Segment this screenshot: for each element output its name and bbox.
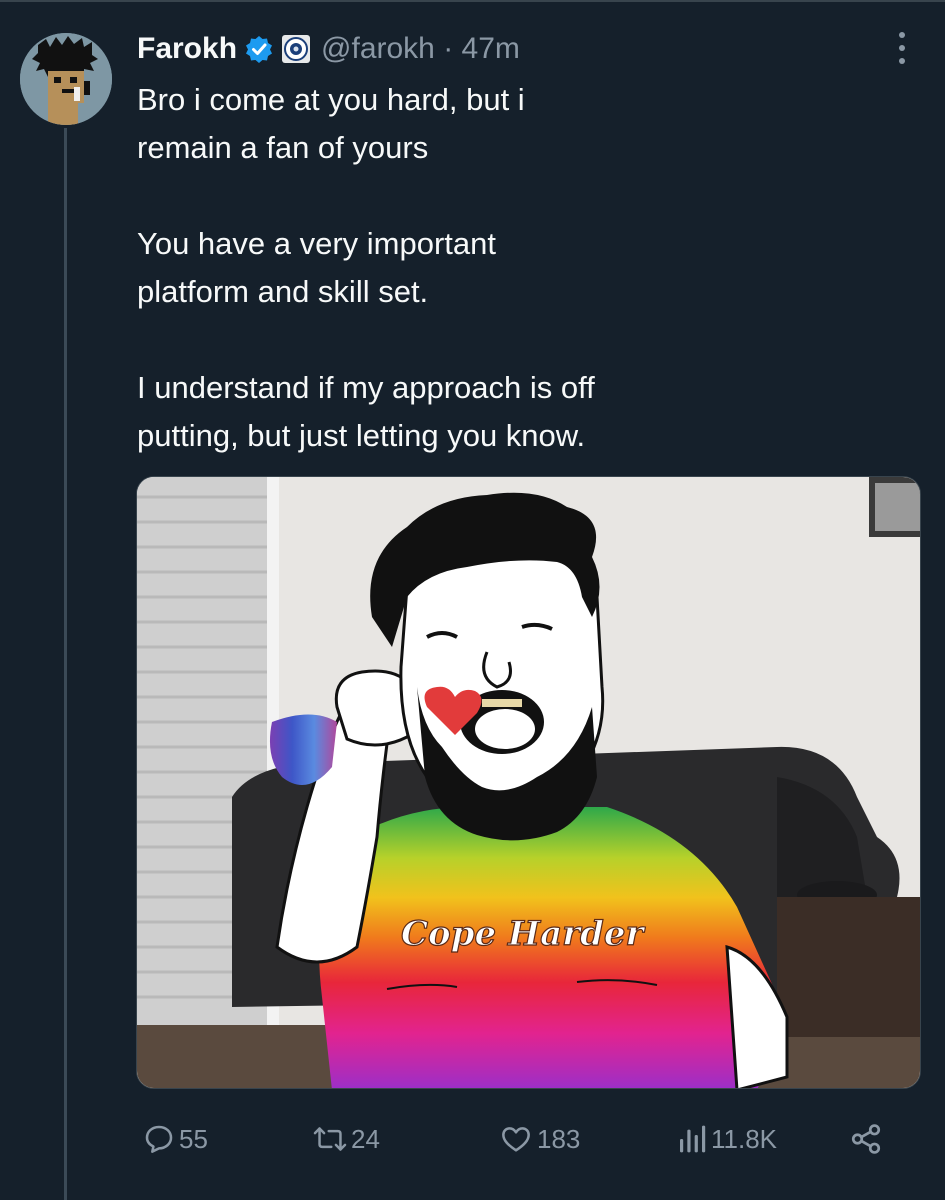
tweet-text: Bro i come at you hard, but i remain a f… xyxy=(137,76,857,460)
meme-illustration: Cope Harder xyxy=(137,477,920,1088)
tweet-paragraph: I understand if my approach is off putti… xyxy=(137,370,595,453)
thread-connector-line xyxy=(64,128,67,1200)
tweet-header: Farokh @farokh · 47m xyxy=(137,27,520,71)
repost-icon xyxy=(313,1123,347,1155)
like-count: 183 xyxy=(537,1123,581,1154)
shirt-text: Cope Harder xyxy=(401,914,645,954)
verified-badge-icon xyxy=(245,35,273,63)
like-button[interactable]: 183 xyxy=(499,1112,580,1166)
tweet-paragraph: You have a very important platform and s… xyxy=(137,226,497,309)
share-icon xyxy=(849,1122,883,1156)
avatar[interactable] xyxy=(20,33,112,125)
views-icon xyxy=(677,1123,707,1155)
repost-button[interactable]: 24 xyxy=(313,1112,380,1166)
views-count: 11.8K xyxy=(711,1123,778,1154)
top-divider xyxy=(0,0,945,2)
reply-count: 55 xyxy=(179,1123,208,1154)
share-button[interactable] xyxy=(849,1112,883,1166)
tweet-actions-bar: 55 24 183 11.8K xyxy=(137,1112,897,1166)
repost-count: 24 xyxy=(351,1123,380,1154)
author-name[interactable]: Farokh xyxy=(137,32,237,66)
views-button[interactable]: 11.8K xyxy=(677,1112,777,1166)
affiliate-badge-icon[interactable] xyxy=(281,34,311,64)
handle-and-timestamp[interactable]: @farokh · 47m xyxy=(321,32,520,66)
reply-button[interactable]: 55 xyxy=(143,1112,208,1166)
heart-icon xyxy=(499,1123,533,1155)
avatar-image xyxy=(20,33,112,125)
reply-icon xyxy=(143,1123,175,1155)
tweet-image[interactable]: Cope Harder xyxy=(136,476,921,1089)
tweet-paragraph: Bro i come at you hard, but i remain a f… xyxy=(137,82,525,165)
more-options-icon[interactable] xyxy=(887,30,917,66)
